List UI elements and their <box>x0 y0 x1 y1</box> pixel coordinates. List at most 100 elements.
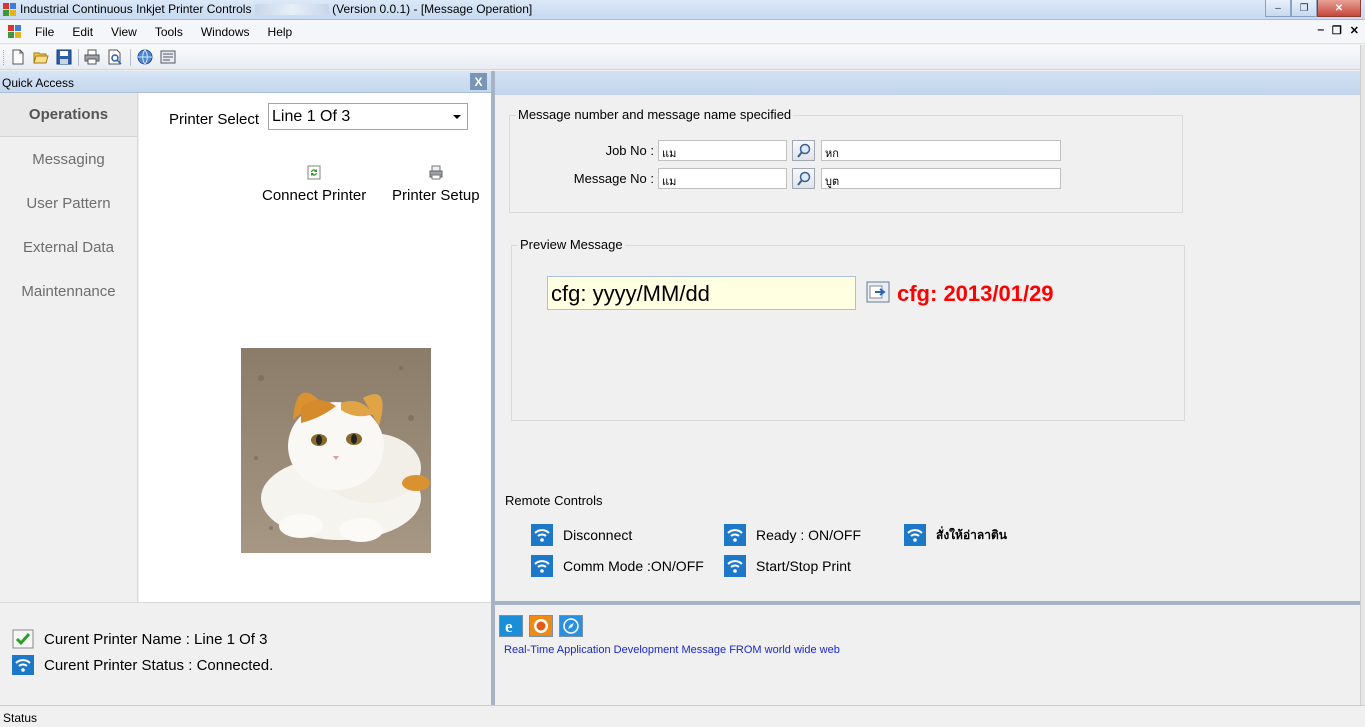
preview-message-group: Preview Message cfg: yyyy/MM/dd cfg: 201… <box>511 237 1185 421</box>
restore-button[interactable]: ❐ <box>1291 0 1317 17</box>
window-title: Industrial Continuous Inkjet Printer Con… <box>20 2 532 16</box>
message-no-input[interactable]: แม <box>658 168 787 189</box>
preview-apply-button[interactable] <box>866 281 890 303</box>
current-printer-name: Curent Printer Name : Line 1 Of 3 <box>44 630 268 648</box>
menu-file[interactable]: File <box>26 25 63 39</box>
mdi-minimize-button[interactable]: ‒ <box>1318 24 1324 37</box>
message-no-label: Message No : <box>573 171 654 186</box>
thai-command-button[interactable]: สั่งให้อ่าลาติน <box>904 524 1007 546</box>
job-no-input[interactable]: แม <box>658 140 787 161</box>
window-title-suffix: (Version 0.0.1) - [Message Operation] <box>332 2 533 16</box>
status-bar: Status <box>0 705 1365 727</box>
quick-access-header: Quick Access X <box>0 71 491 93</box>
svg-text:e: e <box>505 617 513 635</box>
printer-setup-label: Printer Setup <box>392 187 480 204</box>
message-spec-group: Message number and message name specifie… <box>509 107 1183 213</box>
internet-explorer-icon[interactable]: e <box>499 615 523 637</box>
search-icon <box>796 171 810 186</box>
connect-printer-label: Connect Printer <box>262 187 367 204</box>
web-message-text: Real-Time Application Development Messag… <box>504 644 840 656</box>
window-title-prefix: Industrial Continuous Inkjet Printer Con… <box>20 2 252 16</box>
wifi-icon <box>724 524 746 546</box>
nav-item-operations[interactable]: Operations <box>0 93 137 137</box>
safari-icon[interactable] <box>559 615 583 637</box>
vertical-scrollbar[interactable] <box>1360 45 1365 705</box>
print-icon[interactable] <box>84 49 100 65</box>
chevron-down-icon <box>453 115 461 119</box>
connect-printer-button[interactable]: Connect Printer <box>262 165 366 204</box>
menu-help[interactable]: Help <box>259 25 302 39</box>
wifi-icon <box>12 655 34 675</box>
printer-icon <box>429 165 443 180</box>
quick-access-title: Quick Access <box>2 76 75 90</box>
open-folder-icon[interactable] <box>33 49 49 65</box>
quick-access-nav: Operations Messaging User Pattern Extern… <box>0 93 138 602</box>
toolbar-separator <box>78 49 79 66</box>
message-spec-title: Message number and message name specifie… <box>516 107 794 122</box>
message-operation-panel: Message number and message name specifie… <box>495 71 1360 601</box>
disconnect-label: Disconnect <box>563 527 633 543</box>
search-icon <box>796 143 810 158</box>
job-search-button[interactable] <box>792 140 815 161</box>
mdi-child-icon[interactable] <box>8 25 21 38</box>
wifi-icon <box>531 555 553 577</box>
start-stop-print-label: Start/Stop Print <box>756 558 851 574</box>
close-button[interactable]: ✕ <box>1317 0 1361 17</box>
disconnect-button[interactable]: Disconnect <box>531 524 632 546</box>
redacted-text <box>254 4 329 16</box>
wifi-icon <box>904 524 926 546</box>
panel-header-strip <box>495 71 1360 95</box>
comm-mode-toggle-button[interactable]: Comm Mode :ON/OFF <box>531 555 704 577</box>
quick-access-close-button[interactable]: X <box>470 73 487 90</box>
printer-status-panel: Curent Printer Name : Line 1 Of 3 Curent… <box>0 602 491 705</box>
thai-command-label: สั่งให้อ่าลาติน <box>936 527 1007 542</box>
new-icon[interactable] <box>10 49 26 65</box>
current-printer-status-row: Curent Printer Status : Connected. <box>12 655 273 675</box>
printer-select-dropdown[interactable]: Line 1 Of 3 <box>268 103 468 130</box>
comm-mode-label: Comm Mode :ON/OFF <box>563 558 704 574</box>
ready-toggle-button[interactable]: Ready : ON/OFF <box>724 524 861 546</box>
current-printer-status: Curent Printer Status : Connected. <box>44 656 274 674</box>
menu-edit[interactable]: Edit <box>63 25 102 39</box>
toolbar <box>0 45 1365 70</box>
save-icon[interactable] <box>56 49 72 65</box>
menu-windows[interactable]: Windows <box>192 25 259 39</box>
toolbar-grip[interactable] <box>3 50 6 65</box>
start-stop-print-button[interactable]: Start/Stop Print <box>724 555 851 577</box>
nav-item-user-pattern[interactable]: User Pattern <box>0 181 137 225</box>
mdi-close-button[interactable]: ✕ <box>1350 24 1359 37</box>
checkmark-icon <box>12 629 34 649</box>
job-name-input[interactable]: หก <box>821 140 1061 161</box>
printer-setup-button[interactable]: Printer Setup <box>392 165 480 204</box>
print-preview-icon[interactable] <box>107 49 123 65</box>
refresh-icon <box>307 165 321 180</box>
preview-message-title: Preview Message <box>518 237 625 252</box>
remote-controls-title: Remote Controls <box>505 493 603 508</box>
job-no-label: Job No : <box>605 143 654 158</box>
properties-icon[interactable] <box>160 49 176 65</box>
menu-bar: File Edit View Tools Windows Help ‒ ❐ ✕ <box>0 20 1365 44</box>
mdi-restore-button[interactable]: ❐ <box>1332 24 1342 37</box>
wifi-icon <box>531 524 553 546</box>
web-icon[interactable] <box>137 49 153 65</box>
cat-photo <box>241 348 431 553</box>
title-bar: Industrial Continuous Inkjet Printer Con… <box>0 0 1365 20</box>
status-text: Status <box>3 711 38 725</box>
operations-panel: Printer Select Line 1 Of 3 Connect Print… <box>139 93 491 602</box>
message-search-button[interactable] <box>792 168 815 189</box>
current-printer-name-row: Curent Printer Name : Line 1 Of 3 <box>12 629 267 649</box>
menu-tools[interactable]: Tools <box>146 25 192 39</box>
nav-item-messaging[interactable]: Messaging <box>0 137 137 181</box>
app-icon <box>3 3 16 16</box>
preview-message-input[interactable]: cfg: yyyy/MM/dd <box>547 276 856 310</box>
wifi-icon <box>724 555 746 577</box>
nav-item-external-data[interactable]: External Data <box>0 225 137 269</box>
nav-item-maintenance[interactable]: Maintennance <box>0 269 137 313</box>
firefox-icon[interactable] <box>529 615 553 637</box>
minimize-button[interactable]: ‒ <box>1265 0 1291 17</box>
printer-select-value: Line 1 Of 3 <box>272 108 351 125</box>
message-name-input[interactable]: บูต <box>821 168 1061 189</box>
web-message-panel: e Real-Time Application Development Mess… <box>495 605 1365 705</box>
preview-result-text: cfg: 2013/01/29 <box>897 281 1054 306</box>
menu-view[interactable]: View <box>102 25 146 39</box>
